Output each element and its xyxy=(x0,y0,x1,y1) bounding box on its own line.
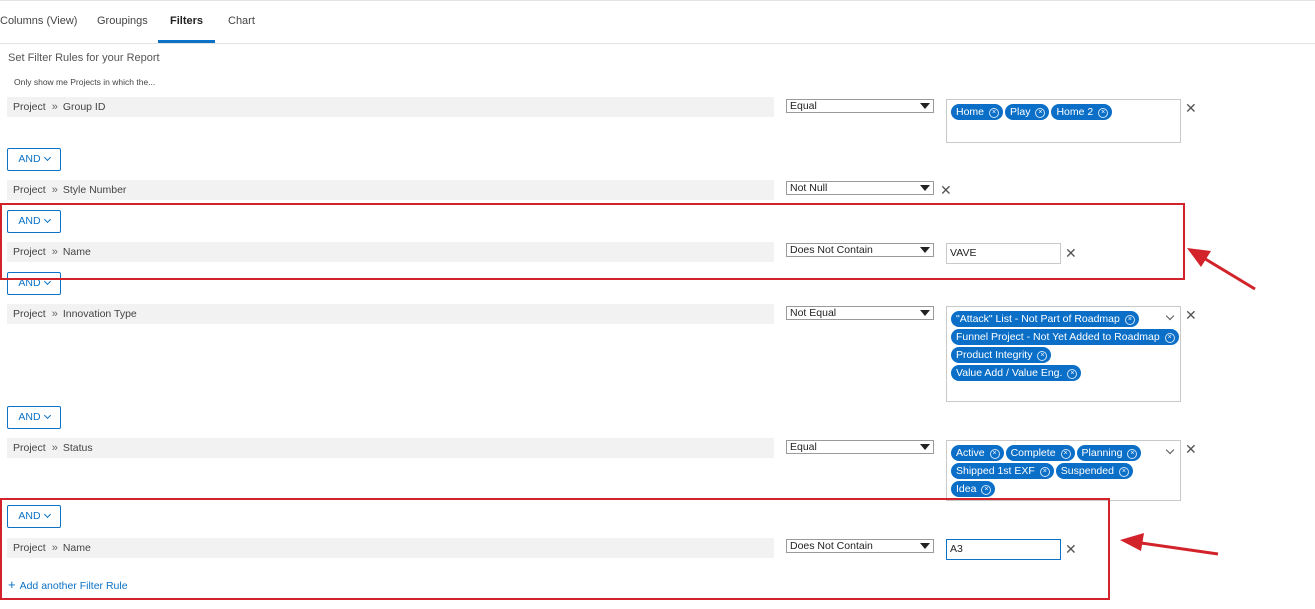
remove-rule-icon[interactable]: ✕ xyxy=(1185,101,1197,115)
operator-select[interactable]: Not Null xyxy=(786,181,934,195)
chip-remove-icon[interactable]: × xyxy=(1118,467,1129,477)
operator-select[interactable]: Equal xyxy=(786,99,934,113)
rule-object: Project xyxy=(13,184,46,196)
rule-field: Status xyxy=(62,442,93,454)
filter-rule-field[interactable]: Project » Style Number xyxy=(7,180,774,200)
values-box[interactable]: Home × Play × Home 2 × xyxy=(946,99,1181,143)
chip-remove-icon[interactable]: × xyxy=(1039,467,1050,477)
tab-bar: Columns (View) Groupings Filters Chart xyxy=(0,1,1315,44)
path-separator-icon: » xyxy=(51,101,58,113)
annotation-arrow-icon xyxy=(1187,248,1256,291)
value-chip[interactable]: Suspended × xyxy=(1055,463,1133,479)
remove-rule-icon[interactable]: ✕ xyxy=(1185,308,1197,322)
and-button[interactable]: AND xyxy=(7,148,61,171)
rule-object: Project xyxy=(13,308,46,320)
chip-remove-icon[interactable]: × xyxy=(1067,369,1078,379)
annotation-highlight-box xyxy=(0,498,1110,600)
chip-remove-icon[interactable]: × xyxy=(989,449,1000,459)
tab-filters[interactable]: Filters xyxy=(158,1,215,43)
filter-rule-field[interactable]: Project » Group ID xyxy=(7,97,774,117)
rule-object: Project xyxy=(13,442,46,454)
tab-chart[interactable]: Chart xyxy=(228,1,255,43)
chip-remove-icon[interactable]: × xyxy=(1035,108,1046,118)
rule-field: Group ID xyxy=(62,101,106,113)
value-chip[interactable]: Funnel Project - Not Yet Added to Roadma… xyxy=(951,329,1179,345)
value-chip[interactable]: Complete × xyxy=(1005,445,1075,461)
value-chip[interactable]: Active × xyxy=(951,445,1004,461)
annotation-arrow-icon xyxy=(1120,533,1219,556)
path-separator-icon: » xyxy=(51,184,58,196)
operator-value: Not Null xyxy=(790,182,828,194)
chevron-down-icon xyxy=(43,411,51,420)
chevron-down-icon xyxy=(43,153,51,162)
chip-remove-icon[interactable]: × xyxy=(1127,449,1138,459)
tab-groupings[interactable]: Groupings xyxy=(97,1,148,43)
value-chip[interactable]: Planning × xyxy=(1076,445,1142,461)
chevron-down-icon[interactable] xyxy=(1165,311,1175,321)
value-chip[interactable]: Product Integrity × xyxy=(951,347,1052,363)
remove-rule-icon[interactable]: ✕ xyxy=(1185,442,1197,456)
operator-select[interactable]: Equal xyxy=(786,440,934,454)
filter-heading: Set Filter Rules for your Report xyxy=(8,52,160,64)
chip-remove-icon[interactable]: × xyxy=(989,108,1000,118)
value-chip[interactable]: Home 2 × xyxy=(1051,104,1113,120)
value-chip[interactable]: Idea × xyxy=(951,481,996,497)
values-box[interactable]: "Attack" List - Not Part of Roadmap × Fun… xyxy=(946,306,1181,402)
chip-remove-icon[interactable]: × xyxy=(1164,333,1175,343)
operator-select[interactable]: Not Equal xyxy=(786,306,934,320)
operator-value: Not Equal xyxy=(790,307,837,319)
value-chip[interactable]: Home × xyxy=(951,104,1004,120)
path-separator-icon: » xyxy=(51,308,58,320)
remove-rule-icon[interactable]: ✕ xyxy=(940,183,952,197)
rule-field: Innovation Type xyxy=(62,308,137,320)
dropdown-caret-icon xyxy=(920,444,930,450)
rule-field: Style Number xyxy=(62,184,127,196)
value-chip[interactable]: Value Add / Value Eng. × xyxy=(951,365,1082,381)
and-button[interactable]: AND xyxy=(7,406,61,429)
rule-object: Project xyxy=(13,101,46,113)
filter-rule-field[interactable]: Project » Status xyxy=(7,438,774,458)
dropdown-caret-icon xyxy=(920,103,930,109)
chip-remove-icon[interactable]: × xyxy=(1124,315,1135,325)
chip-remove-icon[interactable]: × xyxy=(1060,449,1071,459)
chip-remove-icon[interactable]: × xyxy=(981,485,992,495)
tab-columns-view[interactable]: Columns (View) xyxy=(0,1,77,43)
filter-subheading: Only show me Projects in which the... xyxy=(14,77,156,87)
value-chip[interactable]: Play × xyxy=(1005,104,1050,120)
annotation-highlight-box xyxy=(0,203,1185,280)
value-chip[interactable]: "Attack" List - Not Part of Roadmap × xyxy=(951,311,1139,327)
values-box[interactable]: Active × Complete × Planning × Shipped 1st EX… xyxy=(946,440,1181,501)
operator-value: Equal xyxy=(790,100,817,112)
dropdown-caret-icon xyxy=(920,185,930,191)
dropdown-caret-icon xyxy=(920,310,930,316)
path-separator-icon: » xyxy=(51,442,58,454)
chip-remove-icon[interactable]: × xyxy=(1037,351,1048,361)
filter-rule-field[interactable]: Project » Innovation Type xyxy=(7,304,774,324)
operator-value: Equal xyxy=(790,441,817,453)
chevron-down-icon[interactable] xyxy=(1165,445,1175,455)
chip-remove-icon[interactable]: × xyxy=(1098,108,1109,118)
value-chip[interactable]: Shipped 1st EXF × xyxy=(951,463,1054,479)
